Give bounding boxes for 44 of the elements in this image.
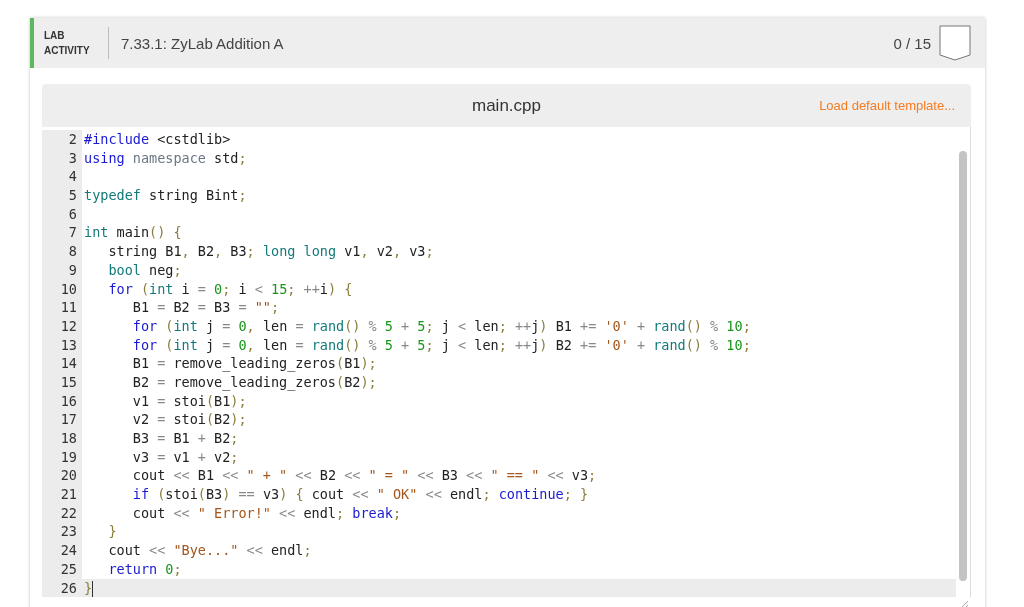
line-number: 11 — [42, 298, 82, 317]
code-line: v2 = stoi(B2); — [131, 410, 247, 429]
line-number: 18 — [42, 429, 82, 448]
code-line: B3 = B1 + B2; — [131, 429, 239, 448]
line-number: 7 — [42, 223, 82, 243]
line-number: 4 — [42, 167, 82, 187]
code-line: B1 = B2 = B3 = ""; — [131, 298, 280, 317]
line-number: 8 — [42, 242, 82, 261]
code-line: cout << "Bye..." << endl; — [107, 541, 312, 560]
line-number: 5 — [42, 186, 82, 205]
code-line: string B1, B2, B3; long long v1, v2, v3; — [107, 242, 434, 261]
line-number: 21 — [42, 485, 82, 504]
code-line: v3 = v1 + v2; — [131, 447, 239, 467]
activity-type-label: LAB ACTIVITY — [44, 29, 91, 58]
code-line: cout << B1 << " + " << B2 << " = " << B3 << " == " << v3; — [131, 466, 597, 486]
code-line: #include <cstdlib> — [83, 130, 231, 149]
code-line: } — [107, 522, 117, 542]
code-line: cout << " Error!" << endl; break; — [131, 503, 402, 523]
line-number: 24 — [42, 541, 82, 560]
line-number: 20 — [42, 466, 82, 486]
code-line: bool neg; — [107, 260, 182, 280]
activity-title: 7.33.1: ZyLab Addition A — [121, 34, 285, 52]
load-template-link[interactable]: Load default template... — [819, 98, 955, 113]
scrollbar-thumb[interactable] — [959, 151, 967, 581]
code-line: for (int j = 0, len = rand() % 5 + 5; j < len; ++j) B1 += '0' + rand() % 10; — [131, 316, 751, 336]
code-line: v1 = stoi(B1); — [131, 391, 247, 411]
code-line: return 0; — [107, 559, 182, 579]
score-text: 0 / 15 — [893, 34, 931, 52]
code-line: B2 = remove_leading_zeros(B2); — [131, 372, 377, 392]
code-line: int main() { — [83, 223, 182, 243]
filename-label: main.cpp — [472, 95, 541, 116]
code-line: for (int i = 0; i < 15; ++i) { — [107, 279, 353, 299]
line-number: 2 — [42, 130, 82, 149]
line-number: 17 — [42, 410, 82, 429]
code-line: if (stoi(B3) == v3) { cout << " OK" << endl; continue; } — [131, 485, 589, 504]
code-line: for (int j = 0, len = rand() % 5 + 5; j < len; ++j) B2 += '0' + rand() % 10; — [131, 335, 751, 355]
resize-grip-icon[interactable] — [959, 599, 969, 607]
code-line: using namespace std; — [83, 148, 247, 168]
code-line: B1 = remove_leading_zeros(B1); — [131, 354, 377, 373]
code-line: } — [83, 578, 94, 598]
line-number: 14 — [42, 354, 82, 373]
completion-badge-icon — [939, 25, 971, 61]
code-line: typedef string Bint; — [83, 186, 247, 205]
line-number: 23 — [42, 522, 82, 542]
